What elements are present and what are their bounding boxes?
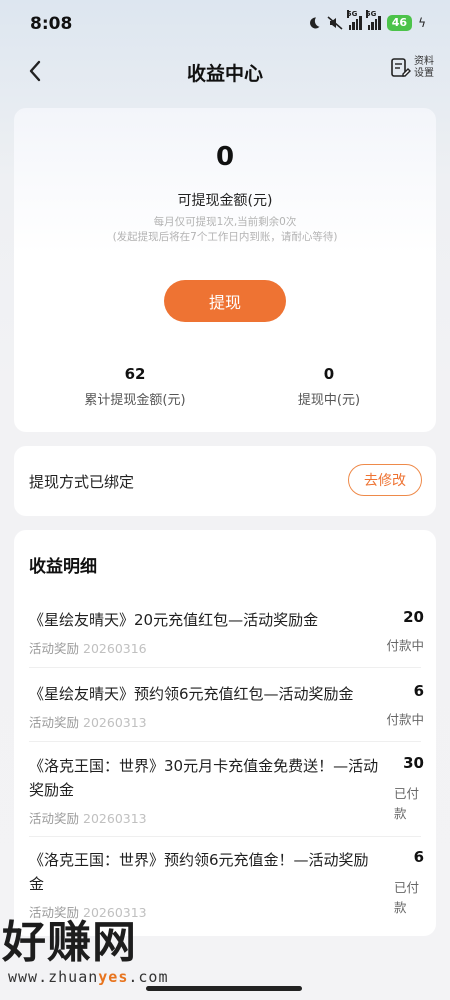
- moon-icon: [309, 17, 320, 29]
- record-title: 《星绘友晴天》20元充值红包—活动奖励金: [29, 611, 319, 629]
- record-date: 20260313: [83, 715, 147, 730]
- balance-card: 0 可提现金额(元) 每月仅可提现1次,当前剩余0次 (发起提现后将在7个工作日…: [14, 108, 436, 432]
- withdraw-method-status: 提现方式已绑定: [29, 473, 135, 491]
- record-status: 付款中: [386, 712, 424, 727]
- withdraw-method-card: 提现方式已绑定 去修改: [14, 446, 436, 516]
- signal-icon-1: 5G: [346, 10, 362, 30]
- divider: [29, 741, 421, 742]
- record-amount: 30: [403, 754, 424, 772]
- watermark-title: 好赚网: [2, 917, 137, 968]
- status-icons: 5G 5G 46 ϟ: [307, 10, 426, 31]
- status-bar: 8:08 5G 5G 46 ϟ: [0, 0, 450, 46]
- divider: [29, 836, 421, 837]
- record-status: 付款中: [386, 638, 424, 653]
- record-status: 已付款: [394, 786, 420, 821]
- watermark-url: www.zhuanyes.com: [8, 968, 169, 986]
- record-date: 20260313: [83, 811, 147, 826]
- total-withdrawn-label: 累计提现金额(元): [84, 393, 186, 408]
- home-indicator[interactable]: [146, 986, 302, 991]
- watermark-logo: 好赚网 www.zhuanyes.com: [2, 906, 202, 996]
- page-title: 收益中心: [186, 63, 263, 85]
- record-title: 《洛克王国：世界》预约领6元充值金！—活动奖励金: [29, 851, 369, 893]
- withdraw-arrival-hint: (发起提现后将在7个工作日内到账，请耐心等待): [112, 231, 338, 243]
- record-amount: 6: [413, 682, 424, 700]
- withdrawable-amount-label: 可提现金额(元): [177, 193, 273, 209]
- mute-icon: [327, 16, 343, 30]
- battery-indicator: 46: [386, 15, 413, 31]
- profile-settings-label-1: 资料: [414, 56, 434, 67]
- record-amount: 20: [403, 608, 424, 626]
- modify-button[interactable]: 去修改: [348, 464, 422, 496]
- divider: [29, 667, 421, 668]
- withdraw-limit-hint: 每月仅可提现1次,当前剩余0次: [153, 216, 297, 228]
- withdrawing-value: 0: [323, 365, 335, 383]
- record-amount: 6: [413, 848, 424, 866]
- record-source: 活动奖励 20260313: [29, 811, 147, 826]
- edit-document-icon: [391, 58, 411, 77]
- earnings-detail-card: 收益明细 《星绘友晴天》20元充值红包—活动奖励金 活动奖励 20260316 2…: [14, 530, 436, 936]
- total-withdrawn-stat: 62 累计提现金额(元): [50, 365, 220, 408]
- list-item[interactable]: 《星绘友晴天》预约领6元充值红包—活动奖励金 活动奖励 20260313 6 付款…: [29, 682, 424, 738]
- withdraw-button[interactable]: 提现: [164, 280, 286, 322]
- record-status: 已付款: [394, 880, 420, 915]
- withdrawing-stat: 0 提现中(元): [244, 365, 414, 408]
- record-title: 《洛克王国：世界》30元月卡充值金免费送！—活动奖励金: [29, 757, 379, 799]
- withdrawing-label: 提现中(元): [297, 393, 361, 408]
- profile-settings-label-2: 设置: [414, 68, 434, 79]
- charging-icon: ϟ: [418, 16, 426, 30]
- record-source: 活动奖励 20260313: [29, 715, 147, 730]
- header: 收益中心 资料 设置: [0, 50, 450, 92]
- profile-settings-button[interactable]: 资料 设置: [389, 56, 436, 80]
- record-title: 《星绘友晴天》预约领6元充值红包—活动奖励金: [29, 685, 354, 703]
- list-item[interactable]: 《洛克王国：世界》30元月卡充值金免费送！—活动奖励金 活动奖励 20260313…: [29, 754, 424, 834]
- record-date: 20260316: [83, 641, 147, 656]
- withdrawable-amount: 0: [215, 142, 235, 172]
- signal-icon-2: 5G: [365, 10, 381, 30]
- list-item[interactable]: 《星绘友晴天》20元充值红包—活动奖励金 活动奖励 20260316 20 付款中: [29, 608, 424, 664]
- total-withdrawn-value: 62: [124, 365, 146, 383]
- earnings-detail-title: 收益明细: [29, 557, 97, 577]
- record-source: 活动奖励 20260316: [29, 641, 147, 656]
- status-time: 8:08: [30, 14, 73, 34]
